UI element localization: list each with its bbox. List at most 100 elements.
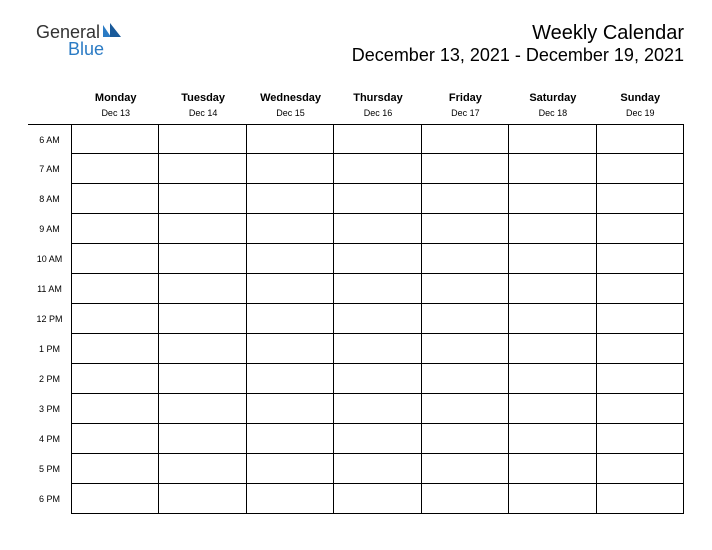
calendar-slot (247, 484, 334, 514)
calendar-slot (334, 334, 421, 364)
calendar-slot (422, 484, 509, 514)
calendar-slot (597, 214, 684, 244)
calendar-slot (509, 274, 596, 304)
day-header: Wednesday Dec 15 (247, 84, 334, 124)
calendar-slot (247, 214, 334, 244)
calendar-slot (334, 394, 421, 424)
calendar-slot (72, 454, 159, 484)
day-name: Thursday (336, 92, 419, 104)
calendar-slot (72, 154, 159, 184)
calendar-slot (597, 244, 684, 274)
logo-text-blue: Blue (68, 39, 104, 60)
day-date: Dec 18 (511, 108, 594, 118)
time-column-header (28, 84, 72, 124)
time-label: 1 PM (28, 334, 72, 364)
day-name: Monday (74, 92, 157, 104)
calendar-slot (509, 484, 596, 514)
calendar-slot (422, 364, 509, 394)
time-label: 3 PM (28, 394, 72, 424)
day-date: Dec 17 (424, 108, 507, 118)
page-title: Weekly Calendar (352, 22, 684, 45)
calendar-slot (334, 274, 421, 304)
time-label: 4 PM (28, 424, 72, 454)
day-name: Wednesday (249, 92, 332, 104)
calendar-slot (509, 334, 596, 364)
calendar-slot (334, 364, 421, 394)
day-header: TuesdayDec 14 (159, 84, 246, 124)
calendar-slot (247, 364, 334, 394)
day-header: Sunday Dec 19 (597, 84, 684, 124)
calendar-slot (72, 274, 159, 304)
calendar-slot (597, 124, 684, 154)
calendar-slot (509, 244, 596, 274)
title-block: Weekly Calendar December 13, 2021 - Dece… (352, 22, 684, 66)
calendar-slot (72, 184, 159, 214)
logo-triangles-icon (103, 23, 121, 37)
calendar-slot (334, 214, 421, 244)
calendar-slot (159, 214, 246, 244)
calendar-slot (597, 424, 684, 454)
calendar-slot (334, 244, 421, 274)
time-label: 5 PM (28, 454, 72, 484)
calendar-slot (72, 424, 159, 454)
calendar-slot (72, 214, 159, 244)
time-label: 9 AM (28, 214, 72, 244)
time-label: 11 AM (28, 274, 72, 304)
header: General Blue Weekly Calendar December 13… (28, 22, 684, 66)
calendar-slot (422, 304, 509, 334)
time-label: 10 AM (28, 244, 72, 274)
calendar-slot (597, 484, 684, 514)
brand-logo: General Blue (36, 22, 121, 60)
calendar-slot (159, 394, 246, 424)
calendar-slot (422, 274, 509, 304)
calendar-slot (247, 454, 334, 484)
calendar-slot (247, 334, 334, 364)
calendar-slot (159, 454, 246, 484)
calendar-slot (247, 244, 334, 274)
calendar-slot (247, 154, 334, 184)
day-date: Dec 13 (74, 108, 157, 118)
calendar-slot (509, 364, 596, 394)
calendar-slot (159, 424, 246, 454)
calendar-slot (422, 454, 509, 484)
calendar-slot (72, 484, 159, 514)
calendar-slot (72, 394, 159, 424)
calendar-slot (509, 394, 596, 424)
calendar-slot (247, 394, 334, 424)
calendar-slot (72, 304, 159, 334)
calendar-slot (422, 244, 509, 274)
calendar-slot (334, 304, 421, 334)
time-label: 7 AM (28, 154, 72, 184)
calendar-slot (334, 424, 421, 454)
day-date: Dec 15 (249, 108, 332, 118)
calendar-slot (334, 124, 421, 154)
calendar-slot (72, 364, 159, 394)
day-name: Saturday (511, 92, 594, 104)
calendar-slot (509, 304, 596, 334)
calendar-slot (509, 454, 596, 484)
calendar-slot (509, 184, 596, 214)
calendar-slot (247, 184, 334, 214)
calendar-slot (159, 184, 246, 214)
calendar-slot (247, 304, 334, 334)
calendar-slot (422, 184, 509, 214)
calendar-slot (72, 334, 159, 364)
calendar-slot (334, 184, 421, 214)
day-header: Saturday Dec 18 (509, 84, 596, 124)
time-label: 8 AM (28, 184, 72, 214)
day-date: Dec 14 (161, 108, 244, 118)
day-header: FridayDec 17 (422, 84, 509, 124)
day-name: Sunday (599, 92, 682, 104)
time-label: 12 PM (28, 304, 72, 334)
calendar-slot (597, 304, 684, 334)
calendar-slot (597, 394, 684, 424)
calendar-slot (159, 274, 246, 304)
calendar-slot (509, 124, 596, 154)
calendar-slot (247, 274, 334, 304)
calendar-slot (334, 484, 421, 514)
calendar-slot (72, 244, 159, 274)
day-header: Monday Dec 13 (72, 84, 159, 124)
day-date: Dec 19 (599, 108, 682, 118)
calendar-slot (72, 124, 159, 154)
calendar-slot (422, 394, 509, 424)
